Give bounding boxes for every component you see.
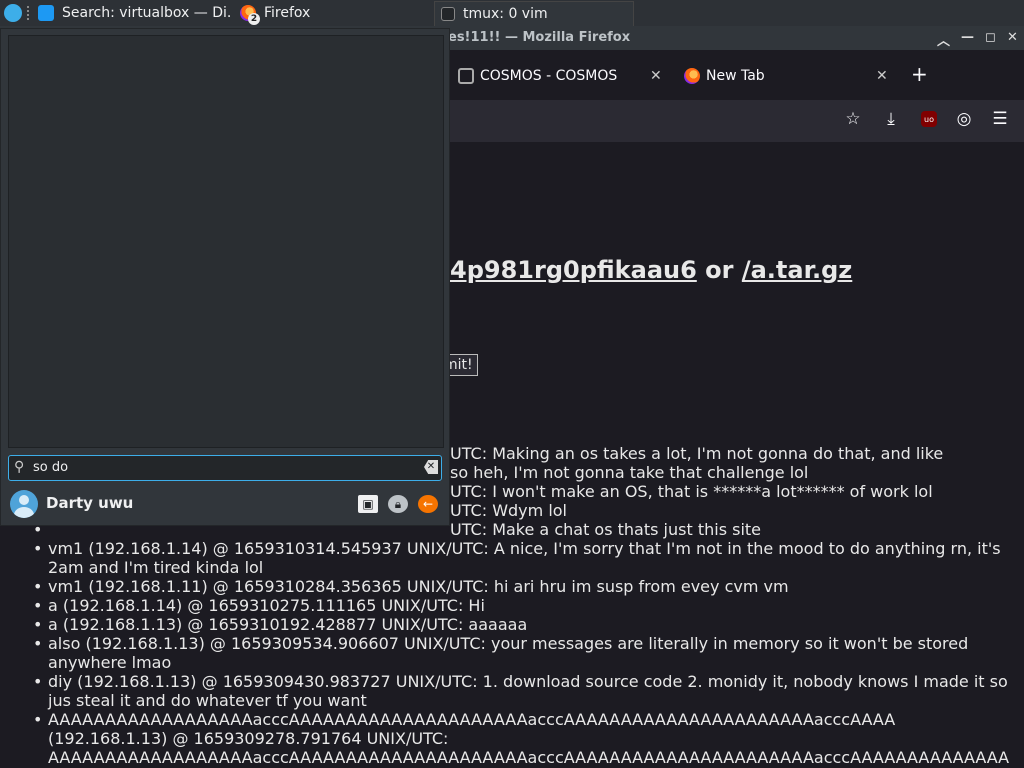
- message-line: anywhere lmao: [0, 653, 1024, 672]
- message-text: vm1 (192.168.1.14) @ 1659310314.545937 U…: [48, 539, 1001, 558]
- message-text-visible-part: UTC: Make a chat os thats just this site: [450, 520, 762, 539]
- list-bullet: •: [33, 539, 43, 558]
- message-text-visible-part: so heh, I'm not gonna take that challeng…: [450, 463, 809, 482]
- tab-cosmos[interactable]: COSMOS - COSMOS ✕: [458, 62, 668, 90]
- message-line: • vm1 (192.168.1.14) @ 1659310314.545937 …: [0, 539, 1024, 558]
- message-line: • diy (192.168.1.13) @ 1659309430.983727 …: [0, 672, 1024, 691]
- application-launcher-icon[interactable]: [4, 4, 22, 22]
- downloads-icon[interactable]: ⤓: [880, 108, 902, 130]
- tab-label: COSMOS - COSMOS: [480, 68, 618, 84]
- search-input[interactable]: [33, 457, 413, 477]
- close-tab-icon[interactable]: ✕: [650, 68, 662, 84]
- task-search-virtualbox[interactable]: Search: virtualbox — Di...: [32, 1, 232, 25]
- ublock-origin-icon[interactable]: uo: [921, 111, 937, 127]
- message-line: (192.168.1.13) @ 1659309278.791764 UNIX/…: [0, 729, 1024, 748]
- terminal-icon: [441, 7, 455, 21]
- message-text: diy (192.168.1.13) @ 1659309430.983727 U…: [48, 672, 1008, 691]
- message-line: • vm1 (192.168.1.11) @ 1659310284.356365 …: [0, 577, 1024, 596]
- leave-icon[interactable]: ←: [418, 495, 438, 513]
- keep-above-icon[interactable]: ︿: [937, 30, 950, 49]
- clear-search-icon[interactable]: ✕: [424, 460, 438, 474]
- private-browsing-mask-icon[interactable]: ◎: [953, 108, 975, 130]
- list-bullet: •: [33, 710, 43, 729]
- task-label: Firefox: [264, 5, 311, 21]
- dolphin-icon: [38, 5, 54, 21]
- favorites-panel: [8, 35, 444, 448]
- minimize-icon[interactable]: —: [961, 30, 974, 45]
- hamburger-menu-icon[interactable]: ☰: [989, 108, 1011, 130]
- firefox-icon: 2: [240, 5, 260, 25]
- search-field[interactable]: ⚲ ✕: [8, 455, 442, 481]
- task-label: Search: virtualbox — Di...: [62, 5, 232, 21]
- search-icon: ⚲: [14, 459, 25, 475]
- avatar[interactable]: [10, 490, 38, 518]
- message-text: vm1 (192.168.1.11) @ 1659310284.356365 U…: [48, 577, 789, 596]
- firefox-favicon-icon: [684, 68, 700, 84]
- message-text: a (192.168.1.13) @ 1659310192.428877 UNI…: [48, 615, 528, 634]
- maximize-icon[interactable]: ◻: [985, 30, 996, 45]
- task-firefox[interactable]: 2 Firefox: [234, 1, 430, 25]
- message-line: 2am and I'm tired kinda lol: [0, 558, 1024, 577]
- message-text: a (192.168.1.14) @ 1659310275.111165 UNI…: [48, 596, 485, 615]
- switch-user-icon[interactable]: ▣: [358, 495, 378, 513]
- list-bullet: •: [33, 672, 43, 691]
- message-line: AAAAAAAAAAAAAAAAAAacccAAAAAAAAAAAAAAAAAA…: [0, 748, 1024, 767]
- new-tab-plus-icon[interactable]: +: [911, 62, 928, 86]
- message-line: • a (192.168.1.13) @ 1659310192.428877 UN…: [0, 615, 1024, 634]
- list-bullet: •: [33, 615, 43, 634]
- lock-icon[interactable]: 🔒︎: [388, 495, 408, 513]
- task-label: tmux: 0 vim: [463, 6, 548, 22]
- user-bar: Darty uwu ▣ 🔒︎ ←: [8, 489, 442, 519]
- list-bullet: •: [33, 596, 43, 615]
- close-tab-icon[interactable]: ✕: [876, 68, 888, 84]
- list-bullet: •: [33, 634, 43, 653]
- heading-or-text: or: [696, 256, 742, 284]
- message-line: • AAAAAAAAAAAAAAAAAAacccAAAAAAAAAAAAAAAAA…: [0, 710, 1024, 729]
- tab-label: New Tab: [706, 68, 765, 84]
- task-tmux[interactable]: tmux: 0 vim: [434, 1, 634, 27]
- tarball-link[interactable]: /a.tar.gz: [742, 256, 852, 284]
- message-text: anywhere lmao: [48, 653, 172, 672]
- source-link[interactable]: 4p981rg0pfikaau6: [450, 256, 697, 284]
- cosmos-favicon-icon: [458, 68, 474, 84]
- message-text-visible-part: UTC: I won't make an OS, that is ******a…: [450, 482, 933, 501]
- list-bullet: •: [33, 577, 43, 596]
- page-heading: 4p981rg0pfikaau6 or /a.tar.gz: [450, 256, 852, 284]
- message-text: (192.168.1.13) @ 1659309278.791764 UNIX/…: [48, 729, 449, 748]
- taskbar: Search: virtualbox — Di... 2 Firefox tmu…: [0, 0, 1024, 27]
- message-text-visible-part: UTC: Making an os takes a lot, I'm not g…: [450, 444, 944, 463]
- window-title: es!11!! — Mozilla Firefox: [448, 30, 631, 45]
- message-line: jus steal it and do whatever tf you want: [0, 691, 1024, 710]
- message-text-visible-part: UTC: Wdym lol: [450, 501, 567, 520]
- user-name: Darty uwu: [46, 494, 134, 512]
- application-launcher-popup: ⚲ ✕ Darty uwu ▣ 🔒︎ ←: [0, 28, 450, 526]
- tab-new-tab[interactable]: New Tab ✕: [684, 62, 894, 90]
- window-count-badge: 2: [248, 13, 260, 25]
- message-text: AAAAAAAAAAAAAAAAAAacccAAAAAAAAAAAAAAAAAA…: [48, 748, 1010, 767]
- message-text: jus steal it and do whatever tf you want: [48, 691, 367, 710]
- message-text: AAAAAAAAAAAAAAAAAAacccAAAAAAAAAAAAAAAAAA…: [48, 710, 896, 729]
- message-line: • also (192.168.1.13) @ 1659309534.906607…: [0, 634, 1024, 653]
- message-text: 2am and I'm tired kinda lol: [48, 558, 264, 577]
- bookmark-star-icon[interactable]: ☆: [842, 108, 864, 130]
- message-text: also (192.168.1.13) @ 1659309534.906607 …: [48, 634, 969, 653]
- message-line: • a (192.168.1.14) @ 1659310275.111165 UN…: [0, 596, 1024, 615]
- close-icon[interactable]: ✕: [1007, 30, 1018, 45]
